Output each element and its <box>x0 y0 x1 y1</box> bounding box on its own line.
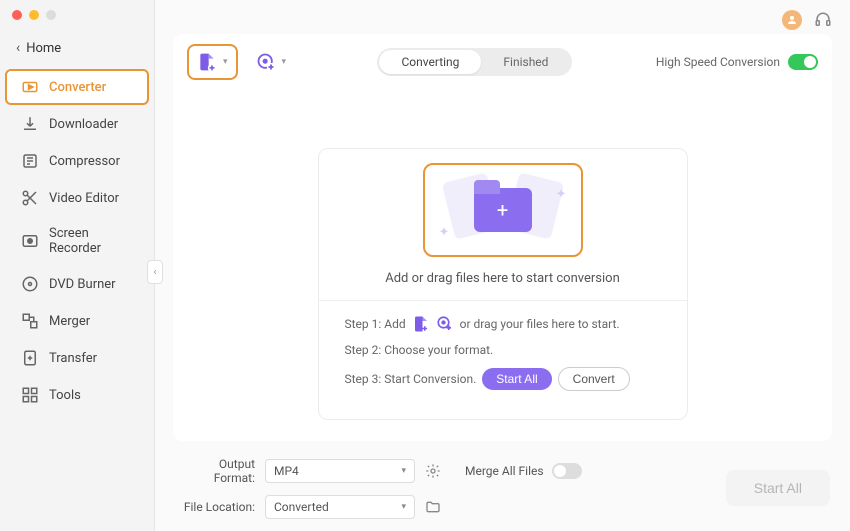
maximize-window-icon <box>46 10 56 20</box>
record-icon <box>21 232 39 250</box>
sparkle-icon: ✦ <box>439 225 450 240</box>
file-location-label: File Location: <box>175 500 255 514</box>
step-2: Step 2: Choose your format. <box>345 343 661 357</box>
home-label: Home <box>26 41 61 56</box>
high-speed-label: High Speed Conversion <box>656 55 780 69</box>
back-chevron-icon: ‹ <box>16 40 20 56</box>
disc-add-icon[interactable] <box>436 315 454 333</box>
merge-icon <box>21 312 39 330</box>
sidebar-item-tools[interactable]: Tools <box>5 377 149 413</box>
sidebar: ‹ Home Converter Downloader Compressor <box>0 0 155 531</box>
add-files-area[interactable]: + ✦ ✦ <box>423 163 583 257</box>
tab-finished[interactable]: Finished <box>481 50 570 74</box>
convert-mini-button[interactable]: Convert <box>558 367 630 391</box>
sidebar-item-label: Compressor <box>49 154 120 169</box>
sidebar-item-label: Screen Recorder <box>49 226 133 256</box>
merge-all-toggle[interactable] <box>552 463 582 479</box>
collapse-sidebar-button[interactable]: ‹ <box>147 260 163 284</box>
compressor-icon <box>21 152 39 170</box>
download-icon <box>21 115 39 133</box>
sidebar-item-transfer[interactable]: Transfer <box>5 340 149 376</box>
transfer-icon <box>21 349 39 367</box>
folder-icon: + <box>474 188 532 232</box>
output-format-label: Output Format: <box>175 457 255 485</box>
file-add-icon[interactable] <box>412 315 430 333</box>
sidebar-item-label: Transfer <box>49 351 97 366</box>
sidebar-item-label: Downloader <box>49 117 118 132</box>
chevron-down-icon: ▾ <box>223 57 228 67</box>
high-speed-toggle[interactable] <box>788 54 818 70</box>
sidebar-item-screen-recorder[interactable]: Screen Recorder <box>5 217 149 265</box>
converter-icon <box>21 78 39 96</box>
sidebar-item-label: DVD Burner <box>49 277 116 292</box>
sidebar-item-label: Merger <box>49 314 90 329</box>
disc-icon <box>21 275 39 293</box>
sidebar-item-label: Tools <box>49 388 81 403</box>
format-settings-icon[interactable] <box>425 463 455 479</box>
sidebar-item-downloader[interactable]: Downloader <box>5 106 149 142</box>
file-location-select[interactable]: Converted ▾ <box>265 495 415 519</box>
chevron-down-icon: ▾ <box>401 502 406 512</box>
sidebar-item-converter[interactable]: Converter <box>5 69 149 105</box>
add-file-button[interactable]: ▾ <box>187 44 238 80</box>
plus-icon: + <box>497 198 508 222</box>
scissors-icon <box>21 189 39 207</box>
status-tabs: Converting Finished <box>377 48 572 76</box>
drop-zone[interactable]: + ✦ ✦ Add or drag files here to start co… <box>318 148 688 420</box>
sidebar-item-dvd-burner[interactable]: DVD Burner <box>5 266 149 302</box>
step-1: Step 1: Add or drag your files here to s… <box>345 315 661 333</box>
sidebar-item-compressor[interactable]: Compressor <box>5 143 149 179</box>
sidebar-item-video-editor[interactable]: Video Editor <box>5 180 149 216</box>
sidebar-item-label: Video Editor <box>49 191 119 206</box>
close-window-icon[interactable] <box>12 10 22 20</box>
step-3: Step 3: Start Conversion. Start All Conv… <box>345 367 661 391</box>
output-format-select[interactable]: MP4 ▾ <box>265 459 415 483</box>
divider <box>319 300 687 301</box>
support-headset-icon[interactable] <box>814 11 832 29</box>
start-all-button[interactable]: Start All <box>726 470 830 506</box>
sidebar-item-merger[interactable]: Merger <box>5 303 149 339</box>
chevron-down-icon: ▾ <box>401 466 406 476</box>
file-add-icon <box>197 52 217 72</box>
main-panel: ‹ ▾ <box>155 0 850 531</box>
start-all-mini-button[interactable]: Start All <box>482 368 551 390</box>
add-disc-button[interactable]: ▾ <box>248 46 295 78</box>
chevron-down-icon: ▾ <box>282 57 287 67</box>
sidebar-item-label: Converter <box>49 80 106 95</box>
minimize-window-icon[interactable] <box>29 10 39 20</box>
bottom-bar: Output Format: MP4 ▾ Merge All Files Sta… <box>155 449 850 531</box>
merge-all-label: Merge All Files <box>465 464 544 478</box>
home-button[interactable]: ‹ Home <box>0 34 154 62</box>
disc-add-icon <box>256 52 276 72</box>
open-folder-icon[interactable] <box>425 499 455 515</box>
sparkle-icon: ✦ <box>556 187 567 202</box>
drop-zone-text: Add or drag files here to start conversi… <box>345 271 661 286</box>
user-avatar-icon[interactable] <box>782 10 802 30</box>
tab-converting[interactable]: Converting <box>379 50 481 74</box>
window-controls[interactable] <box>12 10 56 20</box>
grid-tools-icon <box>21 386 39 404</box>
